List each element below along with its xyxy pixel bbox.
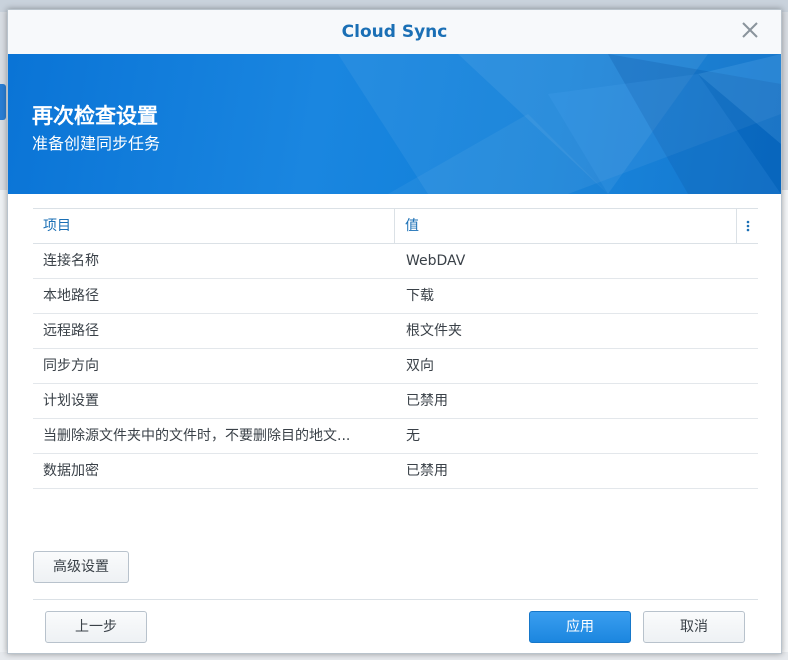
row-value: 已禁用 xyxy=(406,393,448,409)
row-value: 下载 xyxy=(406,288,434,304)
table-row[interactable]: 本地路径 下载 xyxy=(33,279,758,314)
row-value: 已禁用 xyxy=(406,463,448,479)
banner-subtitle: 准备创建同步任务 xyxy=(32,134,161,153)
row-value: 双向 xyxy=(406,358,434,374)
advanced-settings-button[interactable]: 高级设置 xyxy=(33,551,129,583)
row-item: 连接名称 xyxy=(43,253,99,269)
row-item: 数据加密 xyxy=(43,463,99,479)
table-row[interactable]: 远程路径 根文件夹 xyxy=(33,314,758,349)
row-value: WebDAV xyxy=(406,253,466,269)
cancel-button[interactable]: 取消 xyxy=(643,611,745,643)
cloud-sync-dialog: Cloud Sync 再次检查设置 准备创建同步任务 项目 值 连接名称 Web… xyxy=(7,9,782,654)
footer-divider xyxy=(33,599,758,600)
table-row[interactable]: 连接名称 WebDAV xyxy=(33,244,758,279)
row-item: 计划设置 xyxy=(43,393,99,409)
previous-button[interactable]: 上一步 xyxy=(45,611,147,643)
table-row[interactable]: 同步方向 双向 xyxy=(33,349,758,384)
apply-button[interactable]: 应用 xyxy=(529,611,631,643)
vertical-ellipsis-icon[interactable] xyxy=(737,209,758,243)
dialog-title: Cloud Sync xyxy=(341,22,448,42)
summary-table: 项目 值 连接名称 WebDAV 本地路径 下载 远程路径 根文件夹 同步方向 xyxy=(33,208,758,489)
column-header-value[interactable]: 值 xyxy=(395,209,737,243)
row-value: 无 xyxy=(406,428,420,444)
dialog-titlebar[interactable]: Cloud Sync xyxy=(8,10,781,55)
table-header: 项目 值 xyxy=(33,209,758,244)
column-header-item[interactable]: 项目 xyxy=(33,209,395,243)
banner-title: 再次检查设置 xyxy=(32,104,158,128)
table-row[interactable]: 数据加密 已禁用 xyxy=(33,454,758,489)
table-row[interactable]: 计划设置 已禁用 xyxy=(33,384,758,419)
row-item: 当删除源文件夹中的文件时，不要删除目的地文... xyxy=(43,428,351,444)
close-icon[interactable] xyxy=(739,19,761,41)
row-item: 远程路径 xyxy=(43,323,99,339)
table-row[interactable]: 当删除源文件夹中的文件时，不要删除目的地文... 无 xyxy=(33,419,758,454)
row-value: 根文件夹 xyxy=(406,323,462,339)
background-right-panel xyxy=(782,190,788,660)
background-sidebar-tab xyxy=(0,84,6,120)
row-item: 同步方向 xyxy=(43,358,99,374)
row-item: 本地路径 xyxy=(43,288,99,304)
wizard-banner: 再次检查设置 准备创建同步任务 xyxy=(8,54,781,194)
